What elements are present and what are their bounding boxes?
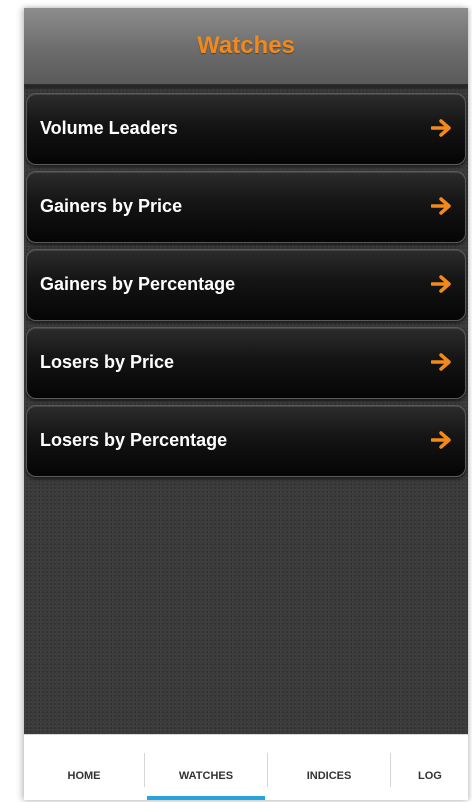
page-title: Watches — [197, 32, 295, 59]
header-bar: Watches — [24, 8, 468, 86]
menu-item-losers-by-price[interactable]: Losers by Price — [26, 327, 466, 399]
menu-item-label: Volume Leaders — [40, 118, 178, 138]
tab-label: INDICES — [306, 770, 352, 782]
tab-label: LOG — [418, 770, 442, 782]
arrow-right-icon — [431, 197, 451, 215]
tab-label: WATCHES — [178, 770, 234, 782]
tab-logout[interactable]: LOG — [394, 735, 468, 800]
arrow-right-icon — [431, 275, 451, 293]
menu-item-label: Gainers by Price — [40, 196, 183, 216]
menu-item-label: Gainers by Percentage — [40, 274, 236, 294]
tab-label: HOME — [67, 770, 101, 782]
tab-watches[interactable]: WATCHES — [145, 735, 267, 800]
menu-item-volume-leaders[interactable]: Volume Leaders — [26, 93, 466, 165]
menu-item-gainers-by-percentage[interactable]: Gainers by Percentage — [26, 249, 466, 321]
menu-item-gainers-by-price[interactable]: Gainers by Price — [26, 171, 466, 243]
selected-tab-indicator — [147, 796, 265, 800]
tab-divider — [390, 753, 391, 787]
phone-screen: Watches Volume Leaders Gainers by Price … — [24, 8, 468, 800]
tab-home[interactable]: HOME — [24, 735, 144, 800]
bottom-tab-bar: HOME WATCHES INDICES LOG — [24, 734, 468, 800]
tab-indices[interactable]: INDICES — [268, 735, 390, 800]
arrow-right-icon — [431, 353, 451, 371]
app-stage: Watches Volume Leaders Gainers by Price … — [0, 0, 472, 802]
arrow-right-icon — [431, 119, 451, 137]
arrow-right-icon — [431, 431, 451, 449]
menu-item-losers-by-percentage[interactable]: Losers by Percentage — [26, 405, 466, 477]
menu-item-label: Losers by Percentage — [40, 430, 228, 450]
menu-item-label: Losers by Price — [40, 352, 175, 372]
